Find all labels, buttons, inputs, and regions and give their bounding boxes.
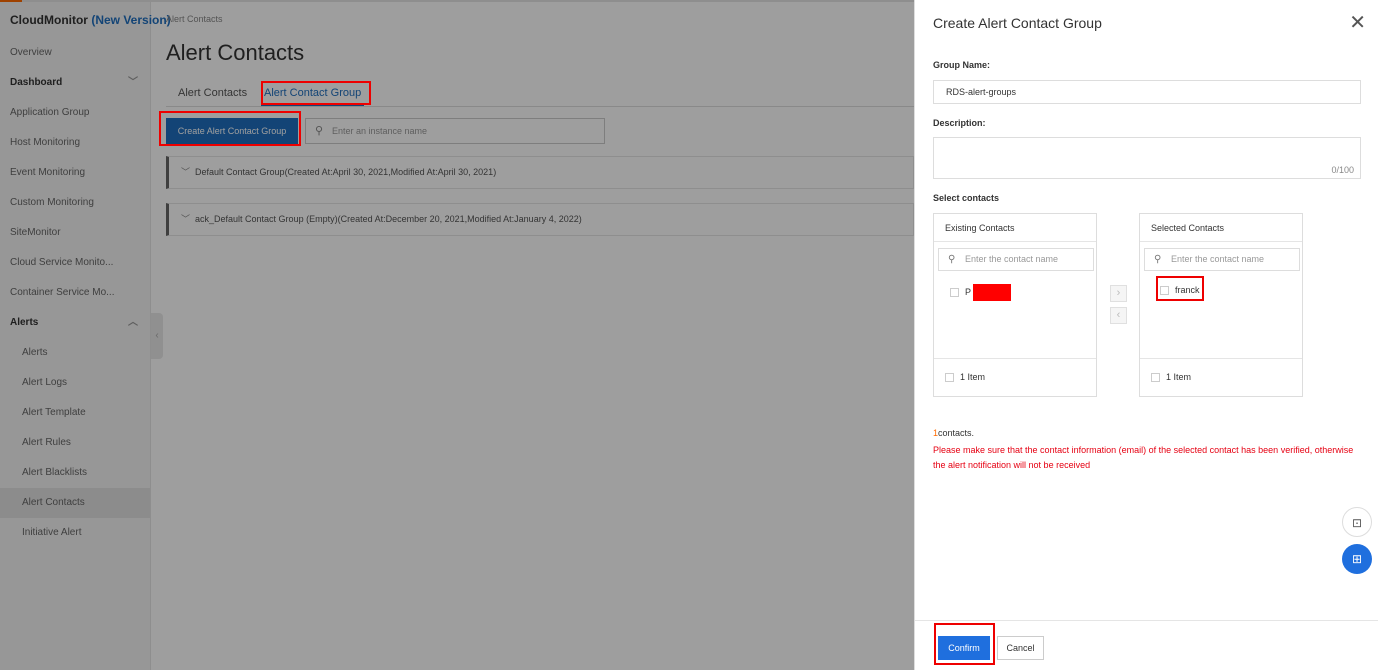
annotation-highlight-selected-contact bbox=[1156, 276, 1204, 301]
chevron-left-icon: ‹ bbox=[1116, 309, 1121, 321]
group-name-input[interactable]: RDS-alert-groups bbox=[933, 80, 1361, 104]
item-count: 1 Item bbox=[960, 372, 986, 382]
description-textarea[interactable]: 0/100 bbox=[933, 137, 1361, 179]
annotation-highlight-confirm bbox=[934, 623, 995, 665]
modal-overlay[interactable] bbox=[0, 0, 914, 670]
select-all-checkbox[interactable] bbox=[945, 373, 954, 383]
select-contacts-label: Select contacts bbox=[933, 193, 1000, 203]
selected-contacts-panel: Selected Contacts ⚲ Enter the contact nam… bbox=[1139, 213, 1303, 397]
drawer-footer: Confirm Cancel bbox=[915, 620, 1378, 670]
contacts-count: 1contacts. bbox=[933, 428, 974, 438]
search-placeholder: Enter the contact name bbox=[965, 254, 1059, 264]
existing-contacts-header: Existing Contacts bbox=[934, 214, 1096, 242]
apps-icon[interactable]: ⊞ bbox=[1342, 544, 1372, 574]
existing-contacts-search-input[interactable]: ⚲ Enter the contact name bbox=[938, 248, 1094, 271]
checkbox[interactable] bbox=[950, 288, 959, 297]
close-icon[interactable]: ✕ bbox=[1349, 11, 1366, 35]
annotation-highlight-create-button bbox=[159, 111, 301, 146]
existing-contacts-footer: 1 Item bbox=[934, 358, 1096, 396]
contacts-count-suffix: contacts. bbox=[938, 428, 975, 438]
search-icon: ⚲ bbox=[948, 254, 956, 265]
move-left-button[interactable]: ‹ bbox=[1110, 307, 1127, 324]
chevron-right-icon: › bbox=[1116, 287, 1121, 299]
verification-warning: Please make sure that the contact inform… bbox=[933, 445, 1354, 470]
search-icon: ⚲ bbox=[1154, 254, 1162, 265]
contact-name: P bbox=[965, 286, 972, 297]
annotation-highlight-tab bbox=[261, 81, 371, 105]
cancel-button[interactable]: Cancel bbox=[997, 636, 1044, 660]
selected-contacts-footer: 1 Item bbox=[1140, 358, 1302, 396]
existing-contacts-panel: Existing Contacts ⚲ Enter the contact nam… bbox=[933, 213, 1097, 397]
select-all-checkbox[interactable] bbox=[1151, 373, 1160, 383]
selected-contacts-header: Selected Contacts bbox=[1140, 214, 1302, 242]
redaction-block bbox=[973, 284, 1012, 301]
selected-contacts-search-input[interactable]: ⚲ Enter the contact name bbox=[1144, 248, 1300, 271]
item-count: 1 Item bbox=[1166, 372, 1192, 382]
drawer-title: Create Alert Contact Group bbox=[933, 15, 1102, 31]
char-counter: 0/100 bbox=[1331, 165, 1354, 175]
group-name-label: Group Name: bbox=[933, 60, 991, 70]
existing-contact-item[interactable]: P bbox=[950, 284, 1012, 301]
description-label: Description: bbox=[933, 118, 986, 128]
create-group-drawer: Create Alert Contact Group ✕ Group Name:… bbox=[914, 0, 1378, 670]
move-right-button[interactable]: › bbox=[1110, 285, 1127, 302]
search-placeholder: Enter the contact name bbox=[1171, 254, 1265, 264]
feedback-icon[interactable]: ⊡ bbox=[1342, 507, 1372, 537]
